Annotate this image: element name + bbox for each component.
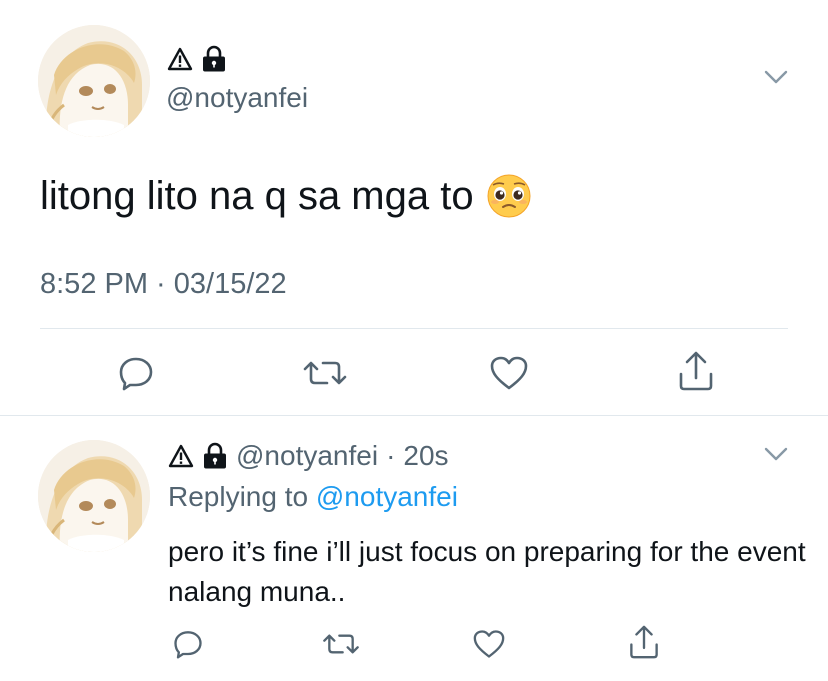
share-button[interactable]	[676, 348, 716, 394]
heart-icon	[473, 630, 505, 658]
account-badges	[167, 45, 227, 73]
chevron-down-icon[interactable]	[763, 68, 789, 86]
reply-button[interactable]	[115, 352, 157, 394]
avatar-image	[38, 25, 150, 137]
retweet-icon	[323, 634, 359, 654]
tweet-timestamp[interactable]: 8:52 PM · 03/15/22	[40, 268, 287, 301]
heart-icon	[490, 356, 528, 390]
share-icon	[630, 625, 658, 659]
reply-header: @notyanfei · 20s	[168, 440, 449, 472]
divider	[40, 328, 788, 329]
retweet-button[interactable]	[320, 626, 362, 662]
avatar[interactable]	[38, 25, 150, 137]
author-handle[interactable]: @notyanfei	[166, 82, 308, 114]
replying-to-line: Replying to @notyanfei	[168, 481, 458, 513]
like-button[interactable]	[470, 626, 508, 662]
divider	[0, 415, 828, 416]
like-button[interactable]	[487, 352, 531, 394]
share-icon	[679, 351, 713, 391]
tweet-text-row: litong lito na q sa mga to	[40, 173, 532, 219]
chevron-down-icon[interactable]	[763, 445, 789, 463]
retweet-button[interactable]	[300, 352, 350, 394]
separator: ·	[386, 440, 396, 471]
lock-icon	[204, 442, 226, 469]
warning-icon	[168, 444, 194, 468]
author-handle[interactable]: @notyanfei	[236, 440, 378, 472]
avatar[interactable]	[38, 440, 150, 552]
warning-icon	[167, 47, 193, 71]
replying-to-link[interactable]: @notyanfei	[316, 481, 458, 512]
share-button[interactable]	[626, 622, 662, 662]
tweet-text: pero it’s fine i’ll just focus on prepar…	[168, 536, 806, 607]
reply-button[interactable]	[170, 626, 206, 662]
reply-icon	[119, 357, 153, 391]
replying-prefix: Replying to	[168, 481, 316, 512]
pleading-face-emoji	[487, 174, 531, 218]
reply-icon	[174, 631, 202, 659]
lock-icon	[203, 45, 225, 72]
retweet-icon	[303, 361, 347, 385]
tweet-age[interactable]: 20s	[403, 440, 448, 472]
avatar-image	[38, 440, 150, 552]
tweet-text: litong lito na q sa mga to	[40, 173, 474, 218]
